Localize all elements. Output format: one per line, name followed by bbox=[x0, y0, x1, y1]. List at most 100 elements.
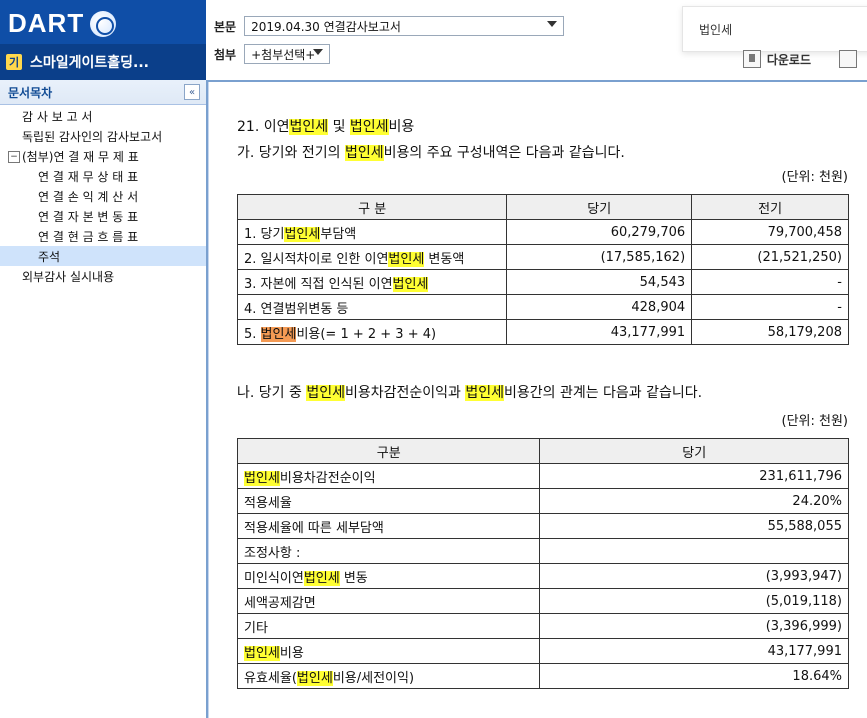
sidebar: 문서목차 « 감 사 보 고 서독립된 감사인의 감사보고서 − (첨부)연 결 재… bbox=[0, 80, 208, 718]
main-document-select[interactable]: 2019.04.30 연결감사보고서 bbox=[244, 16, 565, 36]
prior-value: (21,521,250) bbox=[691, 244, 849, 270]
label-post: 변동액 bbox=[424, 251, 465, 267]
label-pre: 4. 연결범위변동 등 bbox=[244, 301, 349, 317]
collapse-icon[interactable]: « bbox=[184, 84, 200, 100]
row-label: 유효세율(법인세비용/세전이익) bbox=[236, 663, 541, 689]
toc-item[interactable]: 연 결 재 무 상 태 표 bbox=[0, 166, 206, 186]
toc-item[interactable]: 주석 bbox=[0, 246, 206, 266]
row-label: 3. 자본에 직접 인식된 이연법인세 bbox=[236, 269, 508, 295]
current-value bbox=[539, 538, 849, 564]
toc-item[interactable]: 외부감사 실시내용 bbox=[0, 266, 206, 286]
current-value: (17,585,162) bbox=[506, 244, 693, 270]
subsection-b-text: 나. 당기 중 법인세비용차감전순이익과 법인세비용간의 관계는 다음과 같습니… bbox=[237, 382, 857, 402]
label-pre: 적용세율 bbox=[244, 495, 292, 511]
toc-item[interactable]: 연 결 현 금 흐 름 표 bbox=[0, 226, 206, 246]
label-post: 비용차감전순이익 bbox=[279, 470, 376, 486]
text-part: 비용간의 관계는 다음과 같습니다. bbox=[503, 385, 703, 401]
row-label: 적용세율 bbox=[236, 488, 541, 514]
current-value: 231,611,796 bbox=[539, 463, 849, 489]
table-row: 유효세율(법인세비용/세전이익) 18.64% bbox=[236, 663, 849, 689]
chevron-down-icon bbox=[547, 21, 558, 27]
toc-list: 감 사 보 고 서 독립된 감사인의 감사보고서 − (첨부)연 결 재 무 제 표연… bbox=[0, 106, 206, 286]
row-label: 1. 당기법인세부담액 bbox=[236, 219, 508, 245]
toc-item-label: 감 사 보 고 서 bbox=[22, 109, 93, 124]
toc-item[interactable]: 연 결 자 본 변 동 표 bbox=[0, 206, 206, 226]
row-label: 미인식이연법인세 변동 bbox=[236, 563, 541, 589]
current-value: 43,177,991 bbox=[506, 319, 693, 345]
download-button[interactable]: 다운로드 bbox=[742, 50, 811, 68]
attach-select[interactable]: +첨부선택+ bbox=[244, 44, 331, 64]
table-row: 적용세율에 따른 세부담액 55,588,055 bbox=[236, 513, 849, 539]
toc-item[interactable]: − (첨부)연 결 재 무 제 표 bbox=[0, 146, 206, 166]
table-row: 2. 일시적차이로 인한 이연법인세 변동액 (17,585,162) (21,52… bbox=[236, 244, 849, 270]
label-pre: 적용세율에 따른 세부담액 bbox=[244, 520, 384, 536]
sidebar-title: 문서목차 bbox=[8, 85, 53, 100]
label-pre: 조정사항 : bbox=[244, 545, 301, 561]
highlight-term: 법인세 bbox=[303, 570, 340, 586]
table-row: 세액공제감면 (5,019,118) bbox=[236, 588, 849, 614]
table2-header-current: 당기 bbox=[539, 438, 849, 464]
tooltip-text: 법인세 bbox=[699, 23, 733, 37]
text-part: 및 bbox=[328, 119, 350, 135]
label-post: 비용/세전이익) bbox=[332, 670, 415, 686]
table-row: 조정사항 : bbox=[236, 538, 849, 564]
table2-header-category: 구분 bbox=[236, 438, 541, 464]
text-part: 가. 당기와 전기의 bbox=[237, 145, 345, 161]
table-row: 5. 법인세비용(= 1 + 2 + 3 + 4) 43,177,991 58,17… bbox=[236, 319, 849, 345]
current-value: (5,019,118) bbox=[539, 588, 849, 614]
highlight-term: 법인세 bbox=[306, 385, 345, 401]
row-label: 법인세비용차감전순이익 bbox=[236, 463, 541, 489]
current-value: 60,279,706 bbox=[506, 219, 693, 245]
label-pre: 1. 당기 bbox=[244, 226, 285, 242]
text-part: 비용의 주요 구성내역은 다음과 같습니다. bbox=[383, 145, 625, 161]
row-label: 2. 일시적차이로 인한 이연법인세 변동액 bbox=[236, 244, 508, 270]
print-icon[interactable] bbox=[839, 50, 857, 68]
prior-value: - bbox=[691, 269, 849, 295]
table-row: 적용세율 24.20% bbox=[236, 488, 849, 514]
tax-reconciliation-table: 구분 당기 법인세비용차감전순이익 231,611,796 적용세율 24.20% 적용… bbox=[236, 438, 849, 689]
collapse-toggle-icon[interactable]: − bbox=[8, 151, 20, 163]
main-label: 본문 bbox=[214, 19, 237, 34]
label-pre: 미인식이연 bbox=[244, 570, 304, 586]
search-tooltip: 법인세 2 bbox=[682, 6, 867, 52]
table1-header-category: 구 분 bbox=[236, 194, 508, 220]
logo-emblem-icon bbox=[90, 10, 117, 37]
download-label: 다운로드 bbox=[766, 52, 811, 67]
label-pre: 기타 bbox=[244, 620, 268, 636]
row-label: 법인세비용 bbox=[236, 638, 541, 664]
current-value: (3,396,999) bbox=[539, 613, 849, 639]
text-part: 비용 bbox=[388, 119, 415, 135]
table-row: 기타 (3,396,999) bbox=[236, 613, 849, 639]
toc-item[interactable]: 독립된 감사인의 감사보고서 bbox=[0, 126, 206, 146]
row-label: 세액공제감면 bbox=[236, 588, 541, 614]
table-row: 3. 자본에 직접 인식된 이연법인세 54,543- bbox=[236, 269, 849, 295]
text-part: 나. 당기 중 bbox=[237, 385, 307, 401]
row-label: 5. 법인세비용(= 1 + 2 + 3 + 4) bbox=[236, 319, 508, 345]
label-pre: 유효세율( bbox=[244, 670, 297, 686]
dart-logo[interactable]: DART bbox=[8, 8, 117, 39]
highlight-term: 법인세 bbox=[244, 470, 280, 486]
attach-label: 첨부 bbox=[214, 47, 237, 62]
toc-item[interactable]: 연 결 손 익 계 산 서 bbox=[0, 186, 206, 206]
prior-value: 58,179,208 bbox=[691, 319, 849, 345]
current-value: 24.20% bbox=[539, 488, 849, 514]
label-pre: 세액공제감면 bbox=[244, 595, 316, 611]
attach-row: 첨부 +첨부선택+ bbox=[214, 44, 331, 64]
highlight-term: 법인세 bbox=[388, 251, 425, 267]
highlight-term: 법인세 bbox=[244, 645, 280, 661]
highlight-term: 법인세 bbox=[392, 276, 429, 292]
highlight-term: 법인세 bbox=[296, 670, 333, 686]
toc-item[interactable]: 감 사 보 고 서 bbox=[0, 106, 206, 126]
sidebar-header: 문서목차 « bbox=[0, 80, 206, 105]
table-row: 법인세비용 43,177,991 bbox=[236, 638, 849, 664]
current-value: (3,993,947) bbox=[539, 563, 849, 589]
current-value: 54,543 bbox=[506, 269, 693, 295]
brand-panel: DART 기 스마일게이트홀딩... bbox=[0, 0, 206, 80]
label-post: 비용 bbox=[279, 645, 304, 661]
label-pre: 3. 자본에 직접 인식된 이연 bbox=[244, 276, 393, 292]
section-title: 21. 이연법인세 및 법인세비용 bbox=[237, 116, 857, 136]
company-name: 스마일게이트홀딩... bbox=[30, 55, 149, 71]
text-part: 21. 이연 bbox=[237, 119, 290, 135]
label-pre: 5. bbox=[244, 326, 261, 342]
label-post: 변동 bbox=[339, 570, 368, 586]
